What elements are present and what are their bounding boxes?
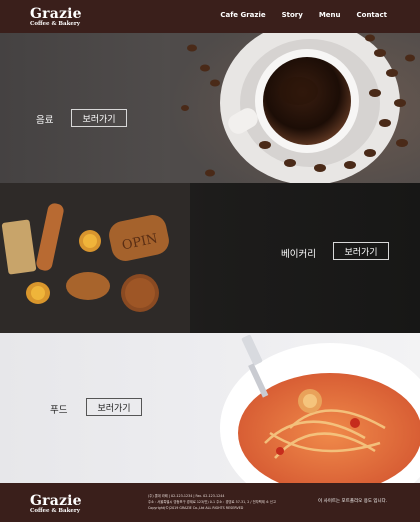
bakery-view-button[interactable]: 보러가기 bbox=[333, 242, 389, 260]
nav-menu[interactable]: Menu bbox=[319, 11, 341, 19]
logo-subtitle: Coffee & Bakery bbox=[30, 21, 80, 27]
food-label: 푸드 bbox=[50, 405, 68, 416]
nav-contact[interactable]: Contact bbox=[357, 11, 388, 19]
site-header: Grazie Coffee & Bakery Cafe Grazie Story… bbox=[0, 0, 420, 33]
pasta-image bbox=[220, 334, 420, 483]
drink-view-button[interactable]: 보러가기 bbox=[71, 109, 127, 127]
section-drink: 음료 보러가기 bbox=[0, 33, 420, 183]
footer-logo[interactable]: Grazie Coffee & Bakery bbox=[30, 494, 82, 515]
site-footer: Grazie Coffee & Bakery (주) 롯데 라떼 | 02-12… bbox=[0, 483, 420, 522]
nav-story[interactable]: Story bbox=[282, 11, 303, 19]
bakery-image: OPIN bbox=[0, 183, 190, 333]
footer-logo-subtitle: Coffee & Bakery bbox=[30, 508, 80, 514]
footer-company-info: (주) 롯데 라떼 | 02-123-1234 | Fax. 02-123-12… bbox=[148, 493, 276, 511]
food-view-button[interactable]: 보러가기 bbox=[86, 398, 142, 416]
section-food: 푸드 보러가기 bbox=[0, 333, 420, 483]
drink-label: 음료 bbox=[36, 115, 54, 126]
section-bakery: OPIN 베이커리 보러가기 bbox=[0, 183, 420, 333]
main-nav: Cafe Grazie Story Menu Contact bbox=[204, 11, 387, 19]
footer-portfolio-note: 이 사이트는 포트폴리오 용도 입니다. bbox=[318, 499, 388, 504]
bakery-label: 베이커리 bbox=[281, 249, 316, 260]
footer-copyright: Copyright(©)2019 GRAZIE Co.,Ltd ALL RIGH… bbox=[148, 506, 244, 510]
nav-cafe-grazie[interactable]: Cafe Grazie bbox=[220, 11, 265, 19]
header-logo[interactable]: Grazie Coffee & Bakery bbox=[30, 7, 82, 28]
coffee-cup-image bbox=[170, 33, 420, 183]
logo-title: Grazie bbox=[30, 6, 82, 22]
footer-logo-title: Grazie bbox=[30, 493, 82, 509]
